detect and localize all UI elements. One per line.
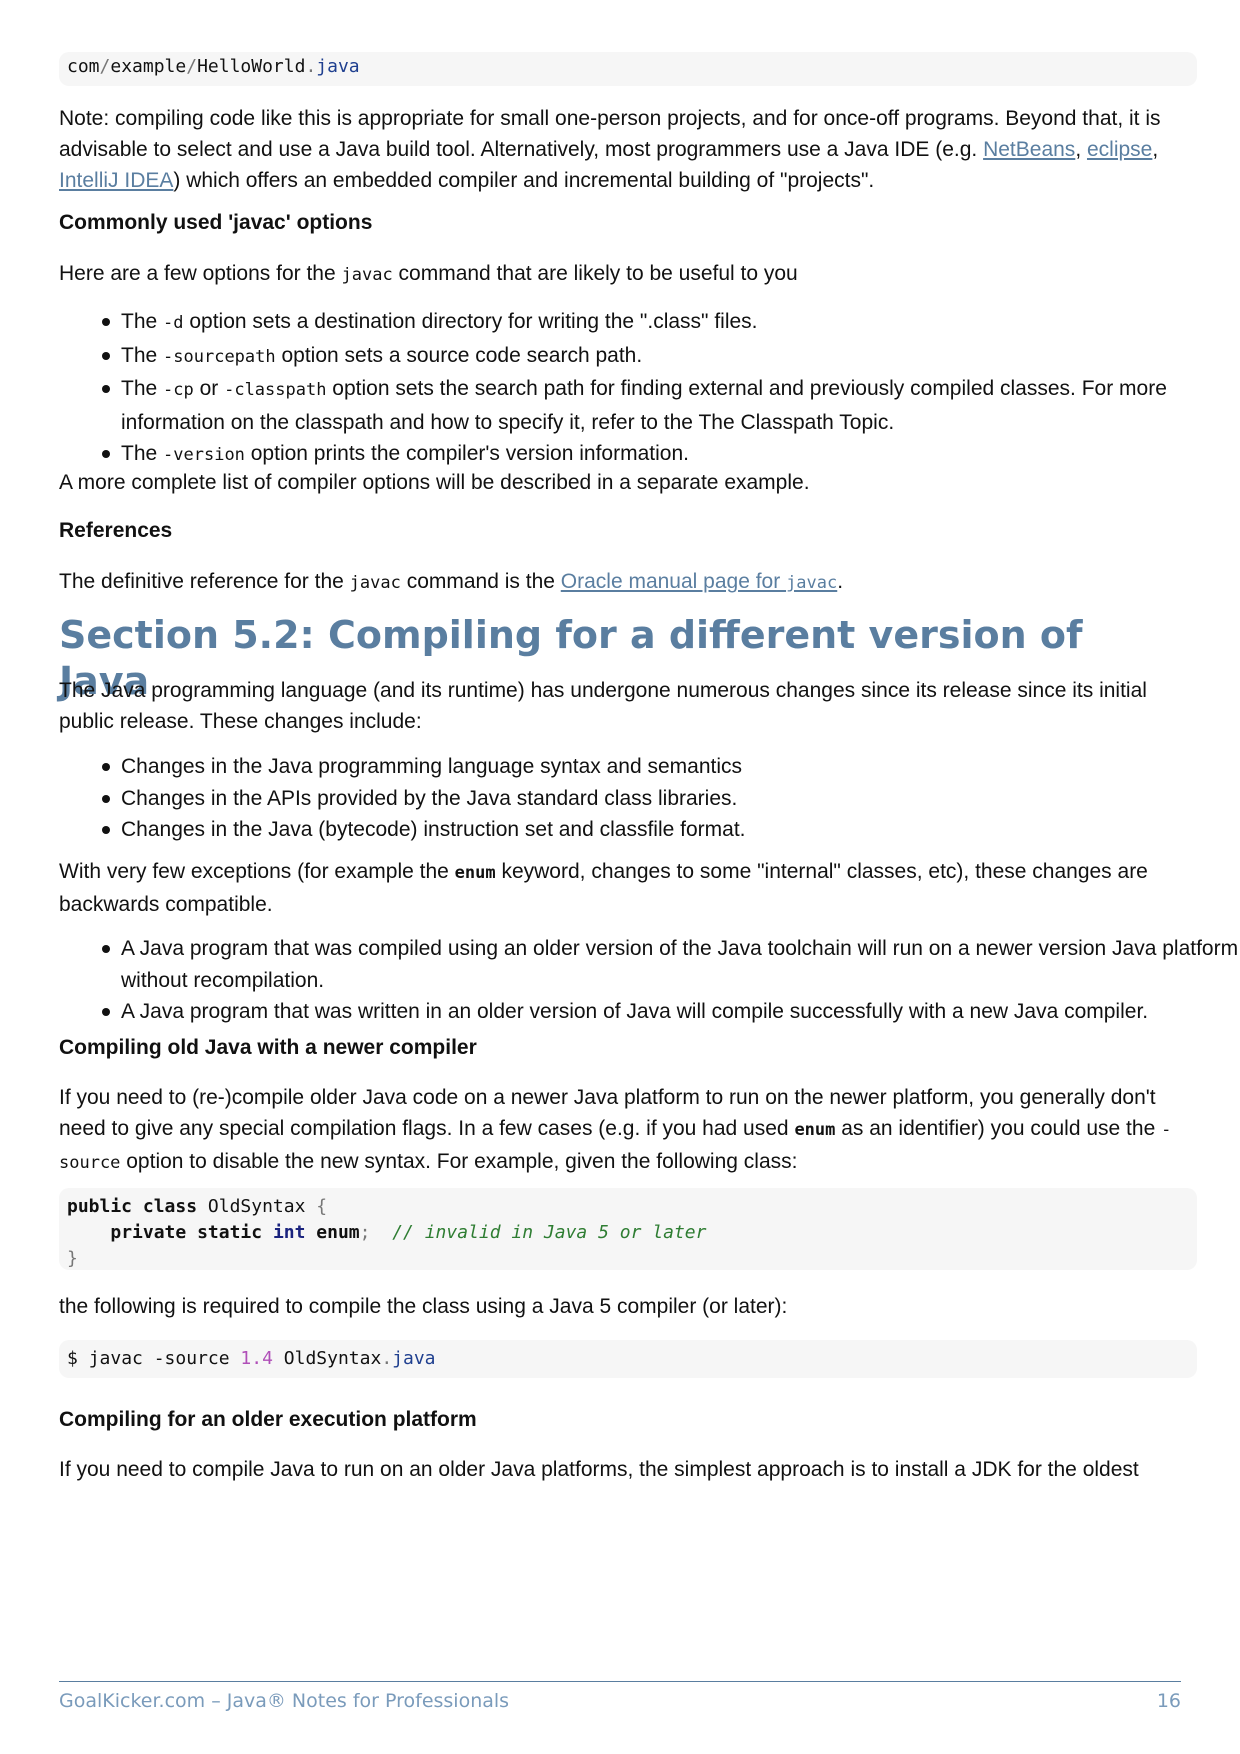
netbeans-link[interactable]: NetBeans bbox=[983, 138, 1075, 161]
old-java-heading: Compiling old Java with a newer compiler bbox=[59, 1036, 477, 1059]
code-block-class: public class OldSyntax { private static … bbox=[59, 1188, 1197, 1270]
options-more: A more complete list of compiler options… bbox=[59, 471, 810, 494]
options-list: The -d option sets a destination directo… bbox=[59, 306, 1240, 472]
compat-list: A Java program that was compiled using a… bbox=[59, 933, 1240, 1028]
required-paragraph: the following is required to compile the… bbox=[59, 1295, 788, 1318]
eclipse-link[interactable]: eclipse bbox=[1087, 138, 1152, 161]
code-block-path: com/example/HelloWorld.java bbox=[59, 52, 1197, 86]
list-item: A Java program that was compiled using a… bbox=[102, 933, 1240, 996]
old-java-paragraph: If you need to (re-)compile older Java c… bbox=[59, 1086, 1172, 1173]
note-paragraph: Note: compiling code like this is approp… bbox=[59, 107, 1161, 192]
list-item: A Java program that was written in an ol… bbox=[102, 996, 1240, 1028]
list-item: The -sourcepath option sets a source cod… bbox=[102, 340, 1240, 374]
compat-paragraph: With very few exceptions (for example th… bbox=[59, 860, 1148, 916]
list-item: Changes in the Java programming language… bbox=[102, 751, 1240, 783]
list-item: The -d option sets a destination directo… bbox=[102, 306, 1240, 340]
list-item: The -cp or -classpath option sets the se… bbox=[102, 373, 1240, 438]
page-footer: GoalKicker.com – Java® Notes for Profess… bbox=[59, 1681, 1181, 1712]
page-number: 16 bbox=[1156, 1690, 1181, 1712]
older-platform-paragraph: If you need to compile Java to run on an… bbox=[59, 1458, 1139, 1481]
options-intro: Here are a few options for the javac com… bbox=[59, 262, 798, 285]
list-item: Changes in the Java (bytecode) instructi… bbox=[102, 814, 1240, 846]
changes-list: Changes in the Java programming language… bbox=[59, 751, 1240, 846]
footer-title[interactable]: GoalKicker.com – Java® Notes for Profess… bbox=[59, 1690, 509, 1712]
intellij-link[interactable]: IntelliJ IDEA bbox=[59, 169, 173, 192]
oracle-manual-link[interactable]: Oracle manual page for javac bbox=[561, 570, 837, 593]
options-heading: Commonly used 'javac' options bbox=[59, 211, 373, 234]
code-block-command: $ javac -source 1.4 OldSyntax.java bbox=[59, 1340, 1197, 1378]
references-paragraph: The definitive reference for the javac c… bbox=[59, 570, 844, 593]
list-item: Changes in the APIs provided by the Java… bbox=[102, 783, 1240, 815]
section-intro: The Java programming language (and its r… bbox=[59, 679, 1147, 733]
older-platform-heading: Compiling for an older execution platfor… bbox=[59, 1408, 477, 1431]
references-heading: References bbox=[59, 519, 173, 542]
